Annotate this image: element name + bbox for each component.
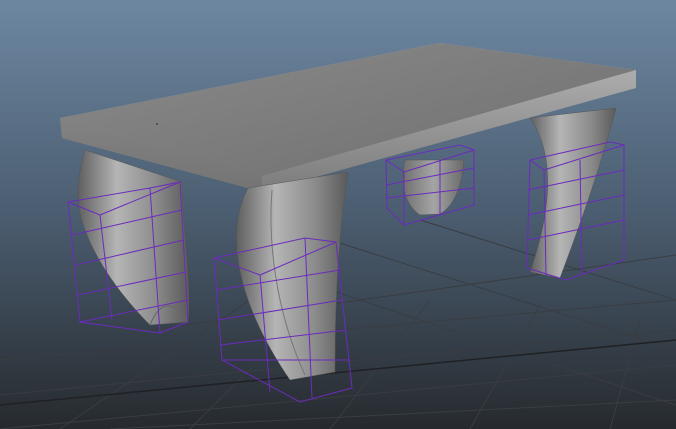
maya-perspective-viewport[interactable] <box>0 0 676 429</box>
viewport-canvas[interactable] <box>0 0 676 429</box>
surface-vertex-marker <box>156 123 158 125</box>
